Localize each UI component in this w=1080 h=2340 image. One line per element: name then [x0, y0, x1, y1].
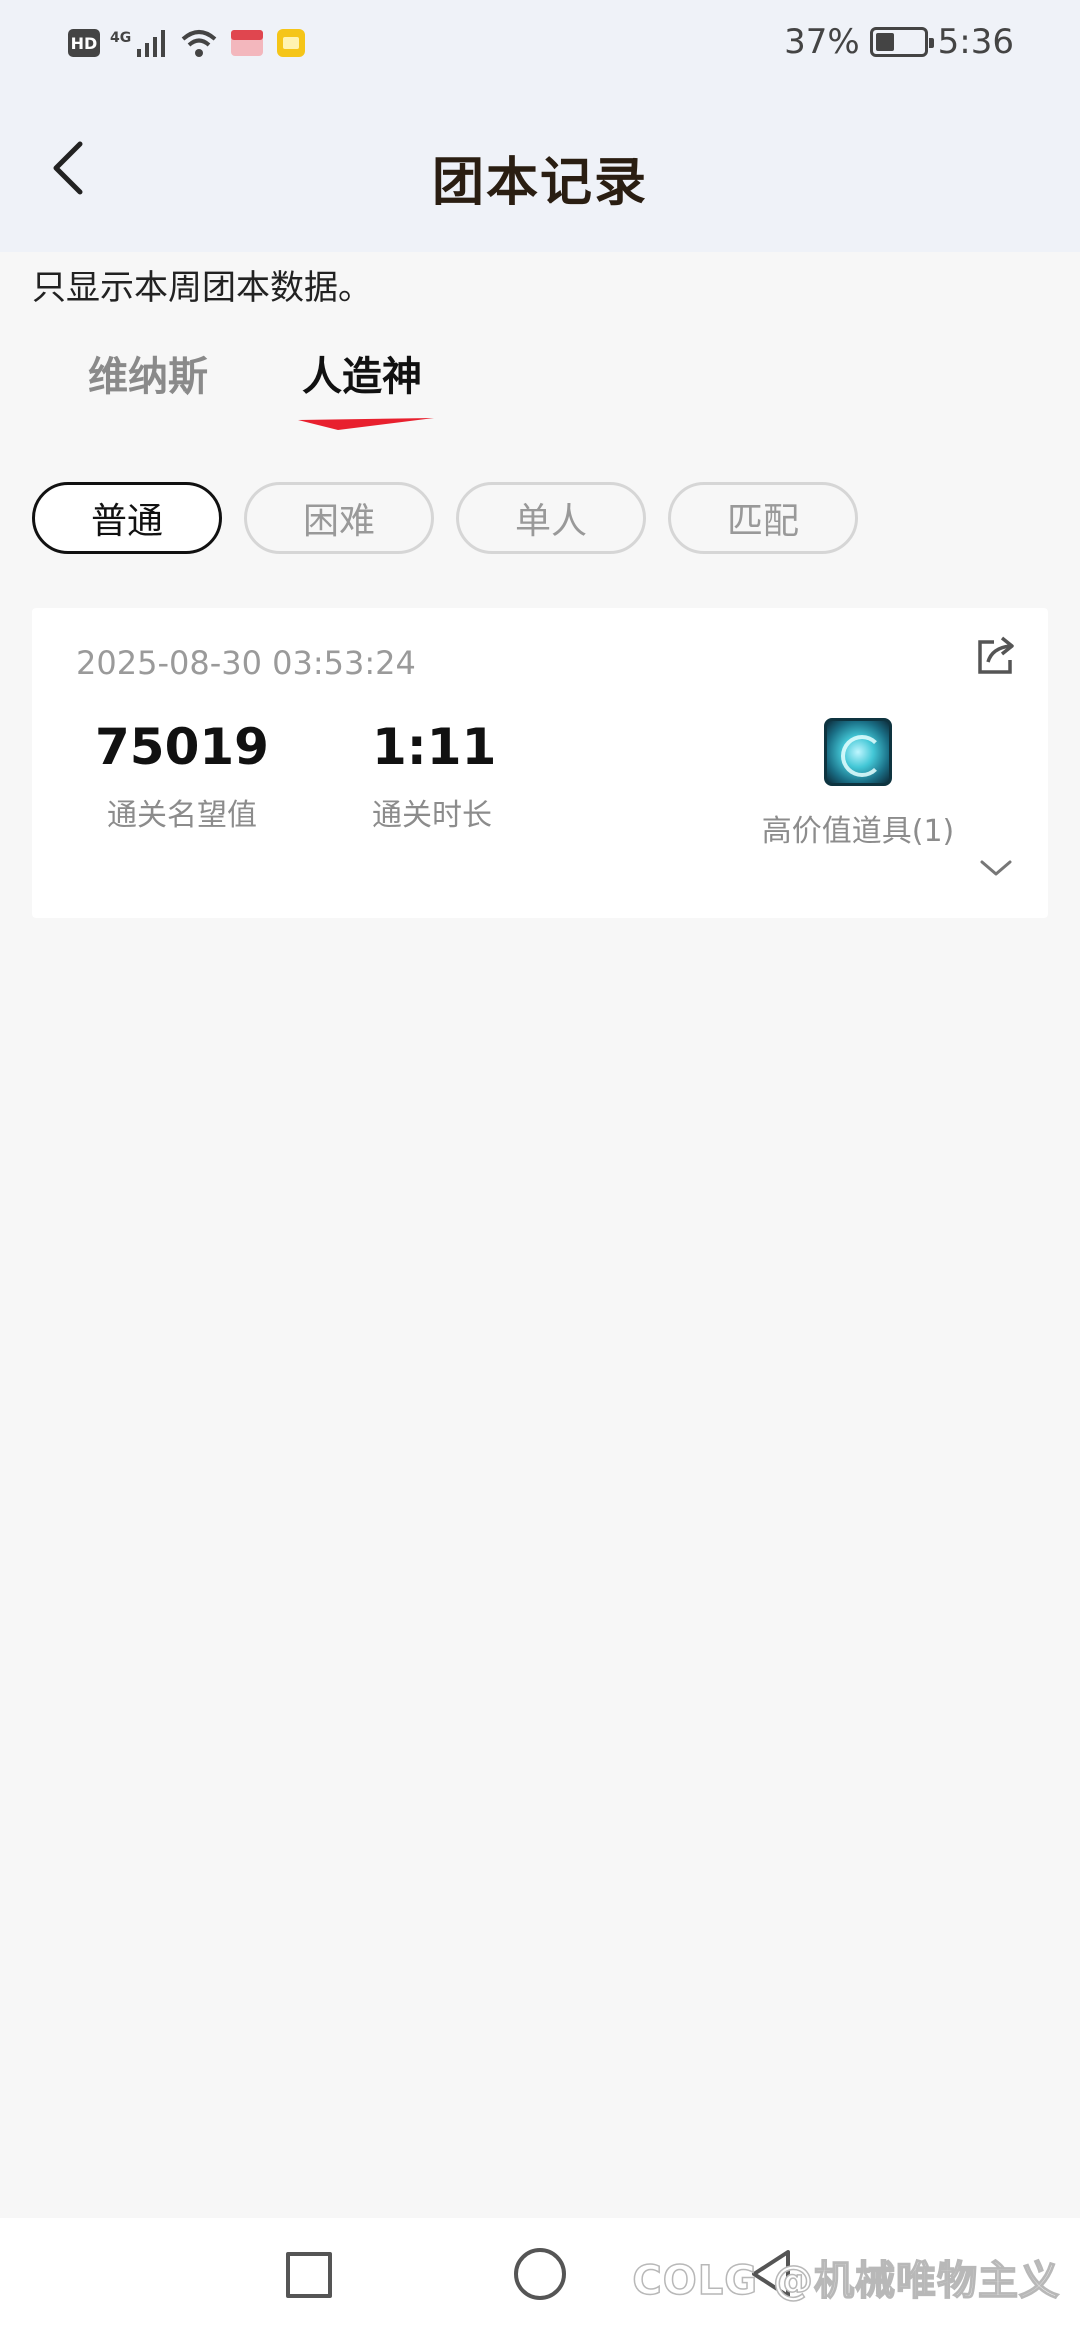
gallery-icon [277, 29, 306, 57]
network-type: 4G [110, 30, 132, 46]
watermark: COLG @机械唯物主义 [632, 2257, 1060, 2305]
battery-percent: 37% [784, 22, 860, 62]
hd-icon: HD [68, 29, 100, 57]
reputation-value: 75019 [95, 718, 269, 776]
status-right: 37% 5:36 [784, 22, 1014, 62]
filter-normal[interactable]: 普通 [32, 482, 222, 554]
home-icon[interactable] [514, 2248, 566, 2300]
battery-level-fill [875, 33, 894, 51]
status-left: HD 4G [68, 26, 307, 60]
signal-icon [137, 30, 166, 57]
recent-apps-icon[interactable] [286, 2252, 332, 2298]
clock: 5:36 [937, 22, 1014, 62]
active-tab-indicator [298, 418, 434, 430]
record-date: 2025-08-30 03:53:24 [76, 644, 416, 682]
filter-match[interactable]: 匹配 [668, 482, 858, 554]
battery-icon [869, 27, 934, 57]
record-card: 2025-08-30 03:53:24 75019 通关名望值 1:11 通关时… [32, 608, 1048, 918]
share-button[interactable] [974, 634, 1018, 678]
tab-venus[interactable]: 维纳斯 [88, 344, 208, 402]
page-title: 团本记录 [431, 153, 648, 213]
weekly-note: 只显示本周团本数据。 [32, 268, 372, 308]
raid-tabs: 维纳斯 人造神 [0, 344, 1080, 430]
chevron-down-icon [980, 860, 1012, 876]
expand-button[interactable] [978, 856, 1014, 880]
header: 团本记录 [0, 90, 1080, 252]
filter-solo[interactable]: 单人 [456, 482, 646, 554]
status-bar: HD 4G 37% 5:36 [0, 0, 1080, 90]
reputation-label: 通关名望值 [107, 798, 257, 833]
duration-stat: 1:11 通关时长 [372, 718, 497, 834]
tab-artificial-god[interactable]: 人造神 [302, 344, 422, 402]
difficulty-filters: 普通 困难 单人 匹配 [32, 482, 858, 554]
duration-label: 通关时长 [372, 798, 492, 833]
main-content: 只显示本周团本数据。 维纳斯 人造神 普通 困难 单人 匹配 2025-08-3… [0, 252, 1080, 2218]
filter-hard[interactable]: 困难 [244, 482, 434, 554]
duration-value: 1:11 [372, 718, 497, 776]
reputation-stat: 75019 通关名望值 [92, 718, 272, 834]
wifi-icon [181, 30, 217, 57]
item-orb-icon[interactable] [824, 718, 892, 786]
high-value-items-label: 高价值道具(1) [761, 814, 955, 849]
system-nav-bar: COLG @机械唯物主义 [0, 2218, 1080, 2340]
notification-icon [231, 30, 264, 56]
high-value-items: 高价值道具(1) [748, 718, 968, 850]
share-icon [978, 636, 1014, 674]
